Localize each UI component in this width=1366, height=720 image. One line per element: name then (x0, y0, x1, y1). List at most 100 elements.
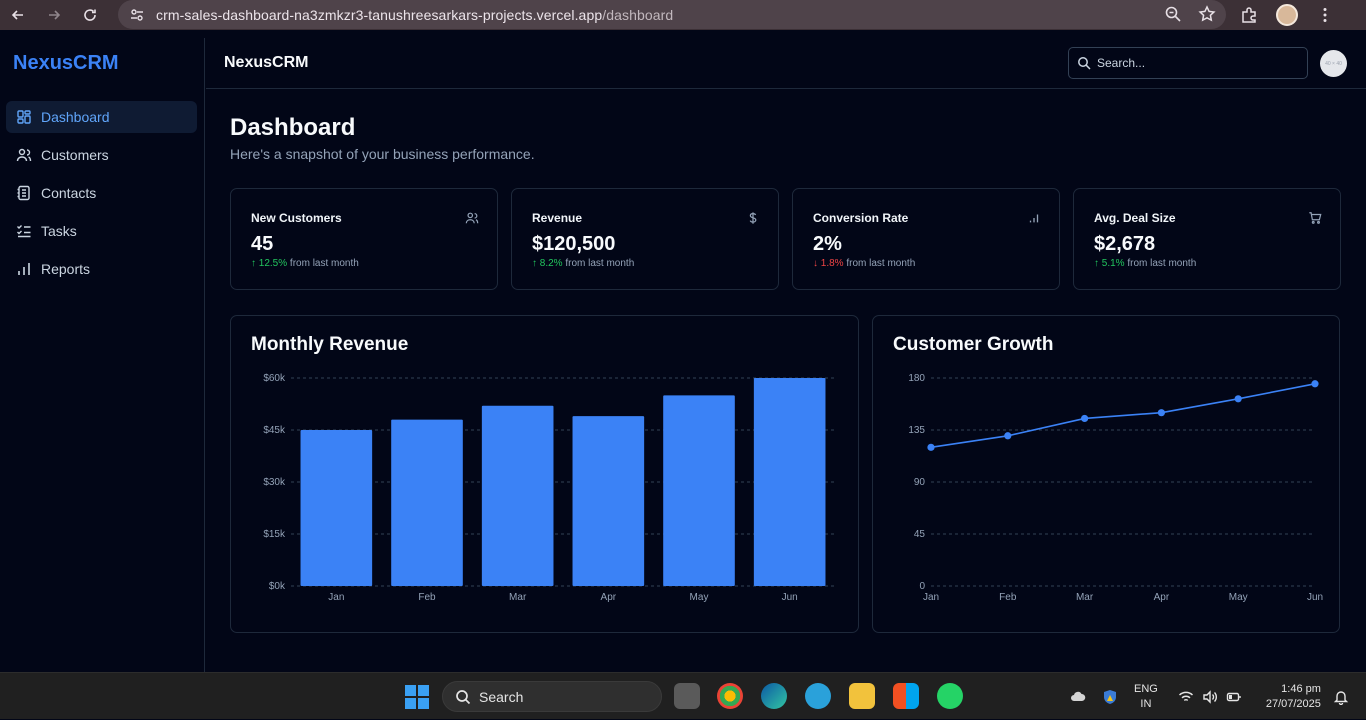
telegram-icon[interactable] (805, 683, 831, 709)
dashboard-icon (17, 110, 31, 124)
user-avatar[interactable]: 40 × 40 (1320, 50, 1347, 77)
data-point[interactable] (1081, 414, 1089, 423)
x-tick-label: Mar (509, 592, 527, 603)
search-icon (456, 689, 471, 704)
zoom-icon[interactable] (1164, 5, 1182, 23)
language-indicator[interactable]: ENG IN (1134, 682, 1158, 712)
cloud-icon[interactable] (1070, 689, 1086, 705)
stat-card-new-customers: New Customers 45 ↑ 12.5% from last month (230, 188, 498, 290)
arrow-up-icon: ↑ (251, 258, 259, 269)
page-title: Dashboard (230, 114, 356, 141)
data-point[interactable] (1311, 380, 1319, 388)
search-input[interactable] (1097, 56, 1297, 70)
stat-change: ↑ 5.1% from last month (1094, 258, 1197, 269)
sidebar-item-label: Customers (41, 147, 109, 163)
sidebar-item-reports[interactable]: Reports (6, 253, 197, 285)
data-point[interactable] (1234, 395, 1242, 403)
arrow-left-icon (11, 10, 23, 20)
data-point[interactable] (927, 443, 935, 451)
data-point[interactable] (1157, 409, 1165, 417)
shield-warning-icon[interactable] (1102, 689, 1118, 705)
stat-value: $120,500 (532, 233, 616, 255)
stat-label: Revenue (532, 211, 583, 225)
signal-icon (1029, 214, 1039, 223)
task-view-icon[interactable] (674, 683, 700, 709)
profile-avatar[interactable] (1276, 4, 1298, 26)
sidebar-item-label: Tasks (41, 223, 77, 239)
x-tick-label: Feb (418, 592, 436, 603)
search-box[interactable] (1068, 47, 1308, 79)
arrow-up-icon: ↑ (532, 258, 540, 269)
notification-icon[interactable] (1333, 689, 1349, 705)
x-tick-label: Feb (999, 592, 1017, 603)
arrow-down-icon: ↓ (813, 258, 821, 269)
x-tick-label: Apr (1154, 592, 1170, 603)
volume-icon[interactable] (1202, 689, 1218, 705)
y-tick-label: 135 (908, 425, 925, 436)
x-tick-label: Apr (601, 592, 617, 603)
y-tick-label: $45k (263, 425, 286, 436)
battery-icon[interactable] (1226, 689, 1242, 705)
customer-growth-chart: 0 45 90 135 180 Jan Feb Mar Apr May Jun (908, 373, 1323, 603)
search-icon (1078, 57, 1091, 70)
stat-label: Conversion Rate (813, 211, 909, 225)
back-button[interactable] (0, 0, 36, 30)
brand-logo[interactable]: NexusCRM (13, 52, 119, 75)
y-tick-label: $0k (269, 581, 286, 592)
reload-button[interactable] (72, 0, 108, 30)
browser-toolbar: crm-sales-dashboard-na3zmkzr3-tanushrees… (0, 0, 1366, 30)
bar[interactable] (753, 378, 826, 586)
system-tray: ENG IN 1:46 pm 27/07/2025 (1070, 673, 1349, 720)
x-tick-label: Jun (1307, 592, 1323, 603)
file-explorer-icon[interactable] (849, 683, 875, 709)
app-root: NexusCRM Dashboard Customers Contacts Ta… (0, 38, 1366, 672)
chart-title: Monthly Revenue (251, 334, 409, 355)
windows-start-icon[interactable] (405, 685, 429, 709)
sidebar-item-label: Dashboard (41, 109, 110, 125)
bar[interactable] (300, 430, 373, 586)
data-point[interactable] (1004, 432, 1012, 440)
bar[interactable] (572, 416, 645, 586)
whatsapp-icon[interactable] (937, 683, 963, 709)
topbar-title: NexusCRM (224, 54, 309, 71)
tasks-icon (17, 225, 31, 238)
bar[interactable] (481, 405, 554, 586)
stat-change: ↑ 12.5% from last month (251, 258, 359, 269)
edge-icon[interactable] (761, 683, 787, 709)
y-tick-label: $15k (263, 529, 286, 540)
x-tick-label: May (690, 592, 709, 603)
x-tick-label: Jan (923, 592, 939, 603)
sidebar-item-tasks[interactable]: Tasks (6, 215, 197, 247)
extensions-icon[interactable] (1240, 6, 1258, 24)
taskbar-search[interactable]: Search (442, 681, 662, 712)
bar[interactable] (391, 419, 463, 586)
windows-taskbar: Search ENG IN 1:46 pm 27/07/2025 (0, 672, 1366, 719)
bookmark-star-icon[interactable] (1198, 5, 1216, 23)
sidebar-nav: Dashboard Customers Contacts Tasks Repor… (6, 101, 197, 291)
url-text[interactable]: crm-sales-dashboard-na3zmkzr3-tanushrees… (156, 7, 673, 23)
chrome-icon[interactable] (717, 683, 743, 709)
stat-card-avg-deal-size: Avg. Deal Size $2,678 ↑ 5.1% from last m… (1073, 188, 1341, 290)
wifi-icon[interactable] (1178, 689, 1194, 705)
x-tick-label: Mar (1076, 592, 1094, 603)
sidebar-item-label: Reports (41, 261, 91, 277)
y-tick-label: 90 (914, 477, 926, 488)
sidebar-item-customers[interactable]: Customers (6, 139, 197, 171)
address-bar[interactable]: crm-sales-dashboard-na3zmkzr3-tanushrees… (118, 0, 1226, 29)
stats-row: New Customers 45 ↑ 12.5% from last month… (230, 188, 1341, 290)
clock[interactable]: 1:46 pm 27/07/2025 (1266, 682, 1321, 712)
site-info-icon[interactable] (118, 7, 156, 23)
sidebar-item-dashboard[interactable]: Dashboard (6, 101, 197, 133)
contacts-icon (17, 185, 30, 201)
store-icon[interactable] (893, 683, 919, 709)
chart-title: Customer Growth (893, 334, 1054, 355)
monthly-revenue-chart: $0k $15k $30k $45k $60k Jan Feb Mar Apr May Jun (263, 373, 835, 603)
cart-icon (1309, 212, 1322, 224)
page-header: Dashboard Here's a snapshot of your busi… (230, 114, 535, 162)
x-tick-label: Jan (328, 592, 344, 603)
bar[interactable] (663, 395, 735, 586)
more-menu-icon[interactable] (1316, 6, 1334, 24)
forward-button[interactable] (36, 0, 72, 30)
sidebar-item-contacts[interactable]: Contacts (6, 177, 197, 209)
page-subtitle: Here's a snapshot of your business perfo… (230, 146, 535, 162)
